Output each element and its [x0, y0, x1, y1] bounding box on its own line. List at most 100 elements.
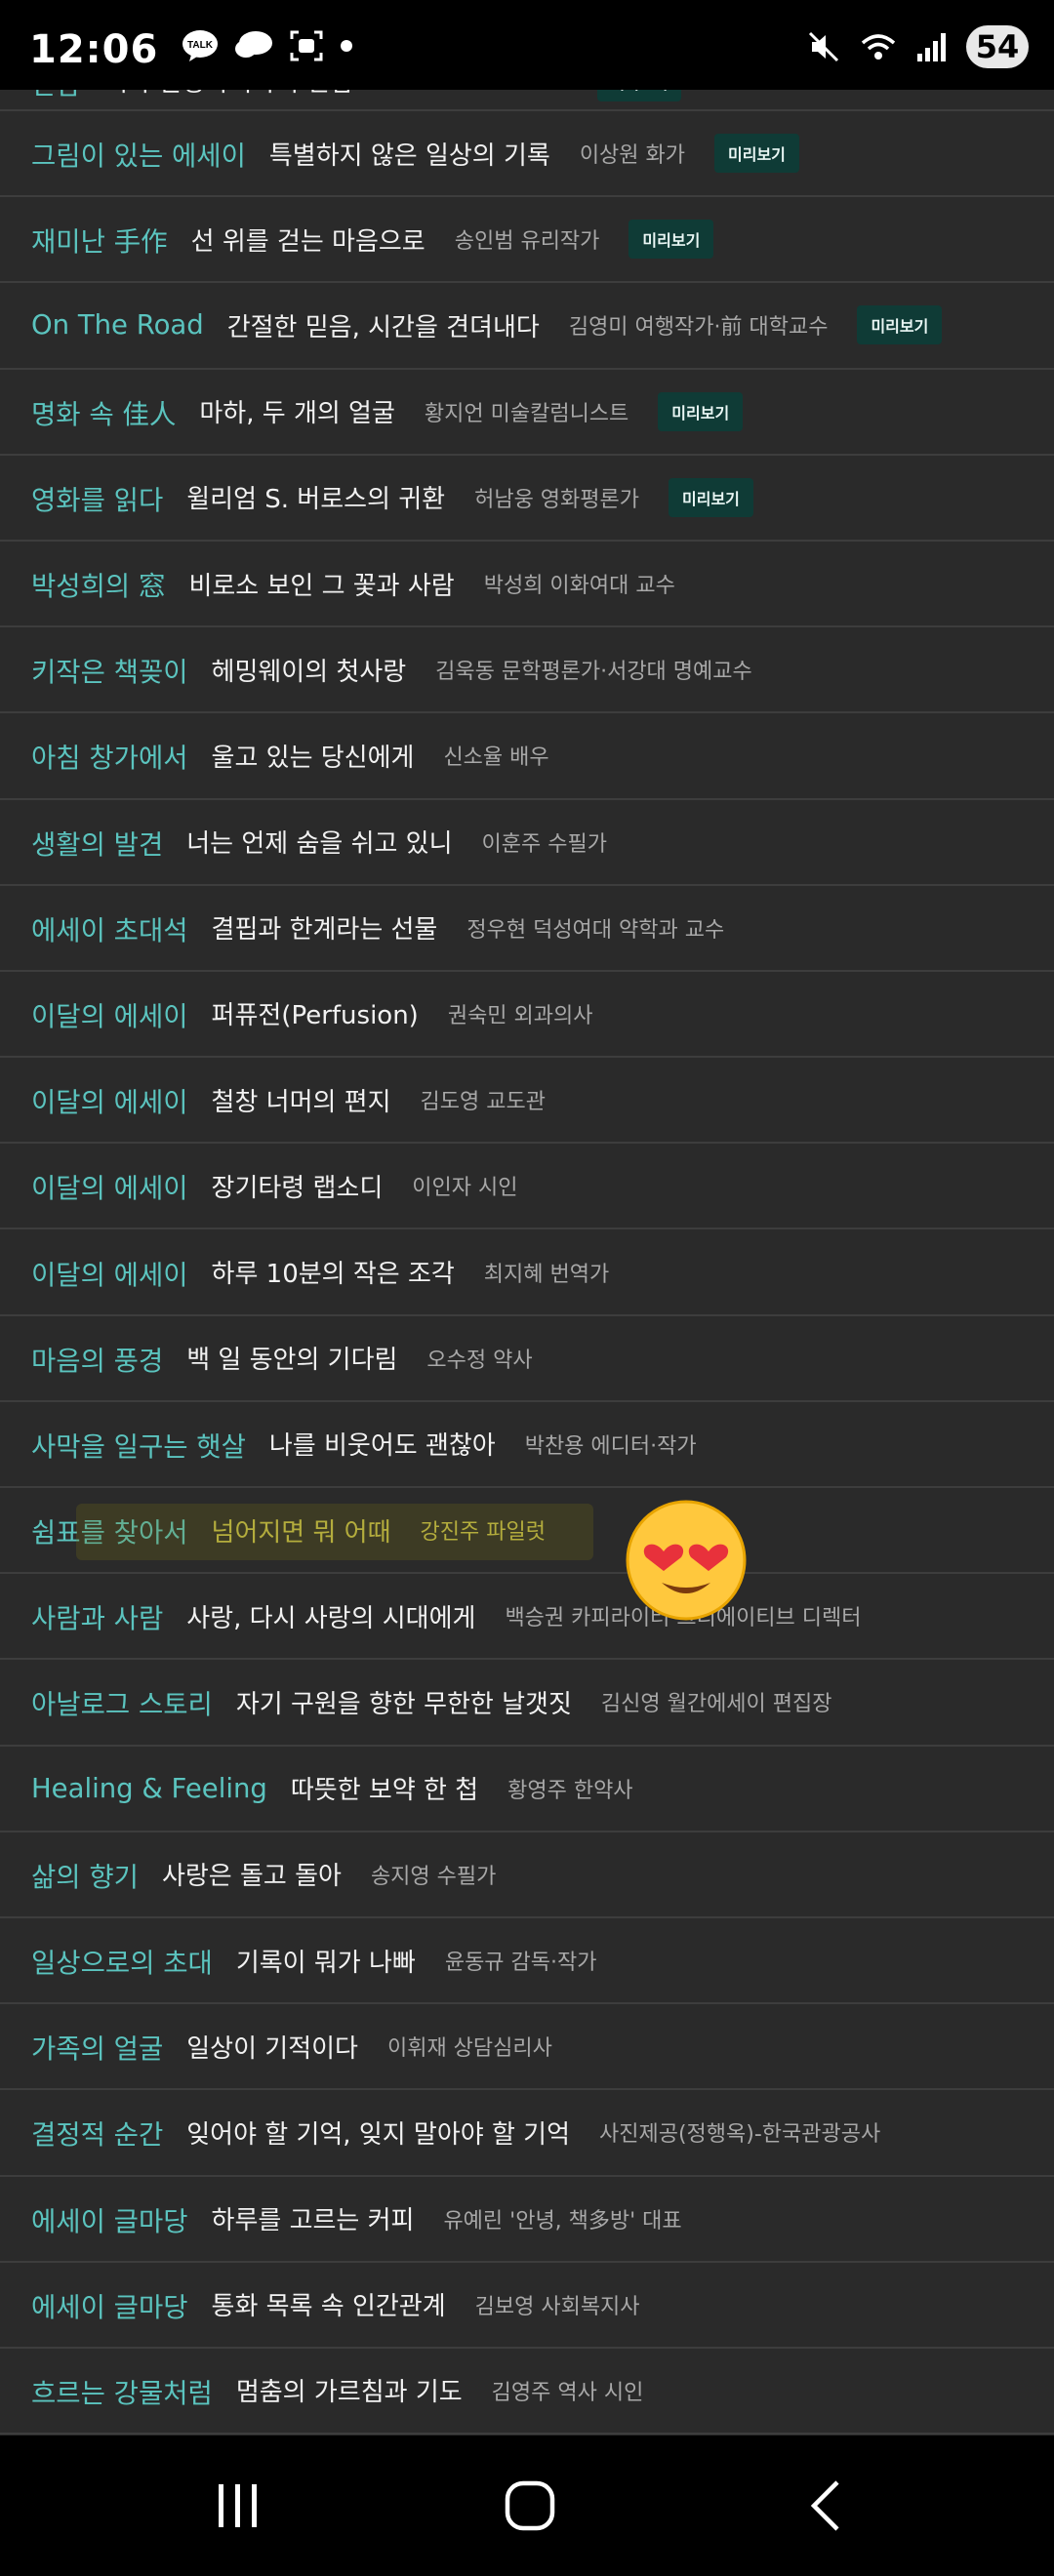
category-link[interactable]: On The Road	[31, 309, 204, 341]
essay-title[interactable]: 퍼퓨전(Perfusion)	[212, 995, 419, 1031]
essay-title[interactable]: 울고 있는 당신에게	[212, 738, 415, 774]
home-icon[interactable]	[503, 2478, 557, 2533]
list-item[interactable]: 명화 속 佳人 마하, 두 개의 얼굴 황지언 미술칼럼니스트 미리보기	[0, 370, 1054, 456]
category-link[interactable]: 생활의 발견	[31, 823, 163, 862]
category-link[interactable]: 쉼표를 찾아서	[31, 1510, 188, 1550]
list-item[interactable]: 아날로그 스토리 자기 구원을 향한 무한한 날갯짓 김신영 월간에세이 편집장	[0, 1660, 1054, 1747]
list-item[interactable]: 흐르는 강물처럼 멈춤의 가르침과 기도 김영주 역사 시인	[0, 2349, 1054, 2435]
essay-title[interactable]: 일상이 기적이다	[186, 2029, 358, 2065]
preview-button[interactable]: 미리보기	[658, 391, 744, 431]
list-item[interactable]: 에세이 초대석 결핍과 한계라는 선물 정우현 덕성여대 약학과 교수	[0, 886, 1054, 972]
list-item[interactable]: Healing & Feeling 따뜻한 보약 한 첩 황영주 한약사	[0, 1747, 1054, 1832]
author-name: 이훈주 수필가	[481, 831, 607, 857]
author-name: 김영미 여행작가·前 대학교수	[568, 315, 829, 341]
kakaotalk-icon: TALK	[182, 30, 218, 61]
list-item[interactable]: 영화를 읽다 윌리엄 S. 버로스의 귀환 허남웅 영화평론가 미리보기	[0, 456, 1054, 542]
category-link[interactable]: 사람과 사람	[31, 1596, 163, 1635]
preview-button[interactable]: 미리보기	[857, 305, 943, 345]
preview-button[interactable]: 미리보기	[628, 220, 714, 260]
category-link[interactable]: 마음의 풍경	[31, 1339, 163, 1378]
essay-title[interactable]: 사랑, 다시 사랑의 시대에게	[186, 1598, 475, 1634]
essay-title[interactable]: 기록이 뭐가 나빠	[236, 1943, 416, 1979]
list-item[interactable]: 삶의 향기 사랑은 돌고 돌아 송지영 수필가	[0, 1832, 1054, 1918]
list-item[interactable]: 박성희의 窓 비로소 보인 그 꽃과 사람 박성희 이화여대 교수	[0, 542, 1054, 628]
category-link[interactable]: 가족의 얼굴	[31, 2027, 163, 2066]
author-name: 이인자 시인	[412, 1176, 518, 1201]
category-link[interactable]: 일상으로의 초대	[31, 1941, 213, 1980]
essay-title[interactable]: 헤밍웨이의 첫사랑	[212, 652, 407, 688]
list-item[interactable]: 마음의 풍경 백 일 동안의 기다림 오수정 약사	[0, 1316, 1054, 1402]
essay-title[interactable]: 백 일 동안의 기다림	[186, 1340, 397, 1376]
essay-title[interactable]: 넘어지면 뭐 어때	[212, 1512, 391, 1549]
essay-title[interactable]: 결핍과 한계라는 선물	[212, 909, 438, 946]
category-link[interactable]: 에세이 글마당	[31, 2285, 188, 2324]
essay-title[interactable]: 멈춤의 가르침과 기도	[236, 2372, 463, 2408]
category-link[interactable]: 아침 창가에서	[31, 736, 188, 775]
category-link[interactable]: 이달의 에세이	[31, 1080, 188, 1119]
essay-title[interactable]: 사랑은 돌고 돌아	[162, 1856, 342, 1892]
essay-title[interactable]: 특별하지 않은 일상의 기록	[269, 136, 550, 172]
preview-button[interactable]: 미리보기	[714, 134, 799, 174]
category-link[interactable]: 에세이 글마당	[31, 2199, 188, 2238]
back-icon[interactable]	[800, 2478, 855, 2533]
essay-title[interactable]: 선 위를 걷는 마음으로	[191, 221, 426, 258]
list-item[interactable]: 재미난 手作 선 위를 걷는 마음으로 송인범 유리작가 미리보기	[0, 197, 1054, 284]
list-item[interactable]: 아침 창가에서 울고 있는 당신에게 신소율 배우	[0, 713, 1054, 800]
category-link[interactable]: 그림이 있는 에세이	[31, 134, 246, 173]
essay-title[interactable]: 나를 비웃어도 괜찮아	[269, 1426, 496, 1462]
essay-title[interactable]: 따뜻한 보약 한 첩	[291, 1770, 478, 1806]
author-name: 신소율 배우	[443, 745, 549, 771]
essay-title[interactable]: 너는 언제 숨을 쉬고 있니	[186, 824, 452, 860]
essay-title[interactable]: 비로소 보인 그 꽃과 사람	[188, 566, 454, 602]
category-link[interactable]: 이달의 에세이	[31, 1253, 188, 1292]
category-link[interactable]: 키작은 책꽂이	[31, 650, 188, 689]
preview-button[interactable]: 미리보기	[669, 477, 753, 517]
category-link[interactable]: 영화를 읽다	[31, 478, 163, 517]
list-item[interactable]: 이달의 에세이 철창 너머의 편지 김도영 교도관	[0, 1058, 1054, 1145]
category-link[interactable]: 흐르는 강물처럼	[31, 2371, 213, 2410]
category-link[interactable]: Healing & Feeling	[31, 1773, 267, 1804]
list-item[interactable]: 키작은 책꽂이 헤밍웨이의 첫사랑 김욱동 문학평론가·서강대 명예교수	[0, 627, 1054, 714]
essay-title[interactable]: 장기타령 랩소디	[212, 1168, 384, 1204]
notification-icons: TALK	[182, 29, 353, 62]
list-item[interactable]: 쉼표를 찾아서 넘어지면 뭐 어때 강진주 파일럿	[0, 1488, 1054, 1575]
list-item[interactable]: 이달의 에세이 하루 10분의 작은 조각 최지혜 번역가	[0, 1229, 1054, 1316]
list-item[interactable]: 결정적 순간 잊어야 할 기억, 잊지 말아야 할 기억 사진제공(정행옥)-한국관…	[0, 2090, 1054, 2177]
author-name: 김신영 월간에세이 편집장	[600, 1692, 832, 1717]
recent-apps-icon[interactable]	[211, 2478, 265, 2533]
essay-title[interactable]: 철창 너머의 편지	[212, 1082, 391, 1118]
list-item[interactable]: 그림이 있는 에세이 특별하지 않은 일상의 기록 이상원 화가 미리보기	[0, 111, 1054, 198]
list-item[interactable]: 이달의 에세이 장기타령 랩소디 이인자 시인	[0, 1144, 1054, 1230]
list-item[interactable]: 일상으로의 초대 기록이 뭐가 나빠 윤동규 감독·작가	[0, 1918, 1054, 2005]
author-name: 황영주 한약사	[507, 1778, 633, 1803]
author-name: 김도영 교도관	[420, 1090, 546, 1115]
category-link[interactable]: 박성희의 窓	[31, 564, 165, 603]
category-link[interactable]: 결정적 순간	[31, 2113, 163, 2152]
list-item[interactable]: 생활의 발견 너는 언제 숨을 쉬고 있니 이훈주 수필가	[0, 800, 1054, 886]
list-item[interactable]: 이달의 에세이 퍼퓨전(Perfusion) 권숙민 외과의사	[0, 972, 1054, 1059]
author-name: 송지영 수필가	[370, 1864, 497, 1889]
category-link[interactable]: 아날로그 스토리	[31, 1682, 213, 1721]
screenshot-icon	[290, 30, 323, 61]
category-link[interactable]: 사막을 일구는 햇살	[31, 1425, 246, 1464]
essay-title[interactable]: 간절한 믿음, 시간을 견뎌내다	[227, 307, 540, 343]
essay-title[interactable]: 하루를 고르는 커피	[212, 2200, 415, 2236]
category-link[interactable]: 재미난 手作	[31, 220, 168, 259]
category-link[interactable]: 삶의 향기	[31, 1855, 139, 1894]
essay-title[interactable]: 자기 구원을 향한 무한한 날갯짓	[236, 1684, 572, 1720]
category-link[interactable]: 이달의 에세이	[31, 994, 188, 1033]
essay-title[interactable]: 통화 목록 속 인간관계	[212, 2286, 446, 2322]
list-item[interactable]: 사막을 일구는 햇살 나를 비웃어도 괜찮아 박찬용 에디터·작가	[0, 1402, 1054, 1488]
essay-title[interactable]: 하루 10분의 작은 조각	[212, 1254, 455, 1290]
list-item[interactable]: 가족의 얼굴 일상이 기적이다 이휘재 상담심리사	[0, 2004, 1054, 2091]
category-link[interactable]: 에세이 초대석	[31, 908, 188, 947]
essay-title[interactable]: 윌리엄 S. 버로스의 귀환	[186, 479, 445, 515]
list-item[interactable]: 에세이 글마당 통화 목록 속 인간관계 김보영 사회복지사	[0, 2263, 1054, 2349]
category-link[interactable]: 명화 속 佳人	[31, 392, 176, 431]
list-item[interactable]: On The Road 간절한 믿음, 시간을 견뎌내다 김영미 여행작가·前 대학…	[0, 283, 1054, 370]
list-item[interactable]: 사람과 사람사랑, 다시 사랑의 시대에게백승권 카피라이터·크리에이티브 디렉…	[0, 1574, 1054, 1661]
essay-title[interactable]: 잊어야 할 기억, 잊지 말아야 할 기억	[186, 2114, 570, 2151]
category-link[interactable]: 이달의 에세이	[31, 1166, 188, 1205]
list-item[interactable]: 에세이 글마당 하루를 고르는 커피 유예린 '안녕, 책多방' 대표	[0, 2177, 1054, 2263]
essay-title[interactable]: 마하, 두 개의 얼굴	[199, 393, 395, 429]
